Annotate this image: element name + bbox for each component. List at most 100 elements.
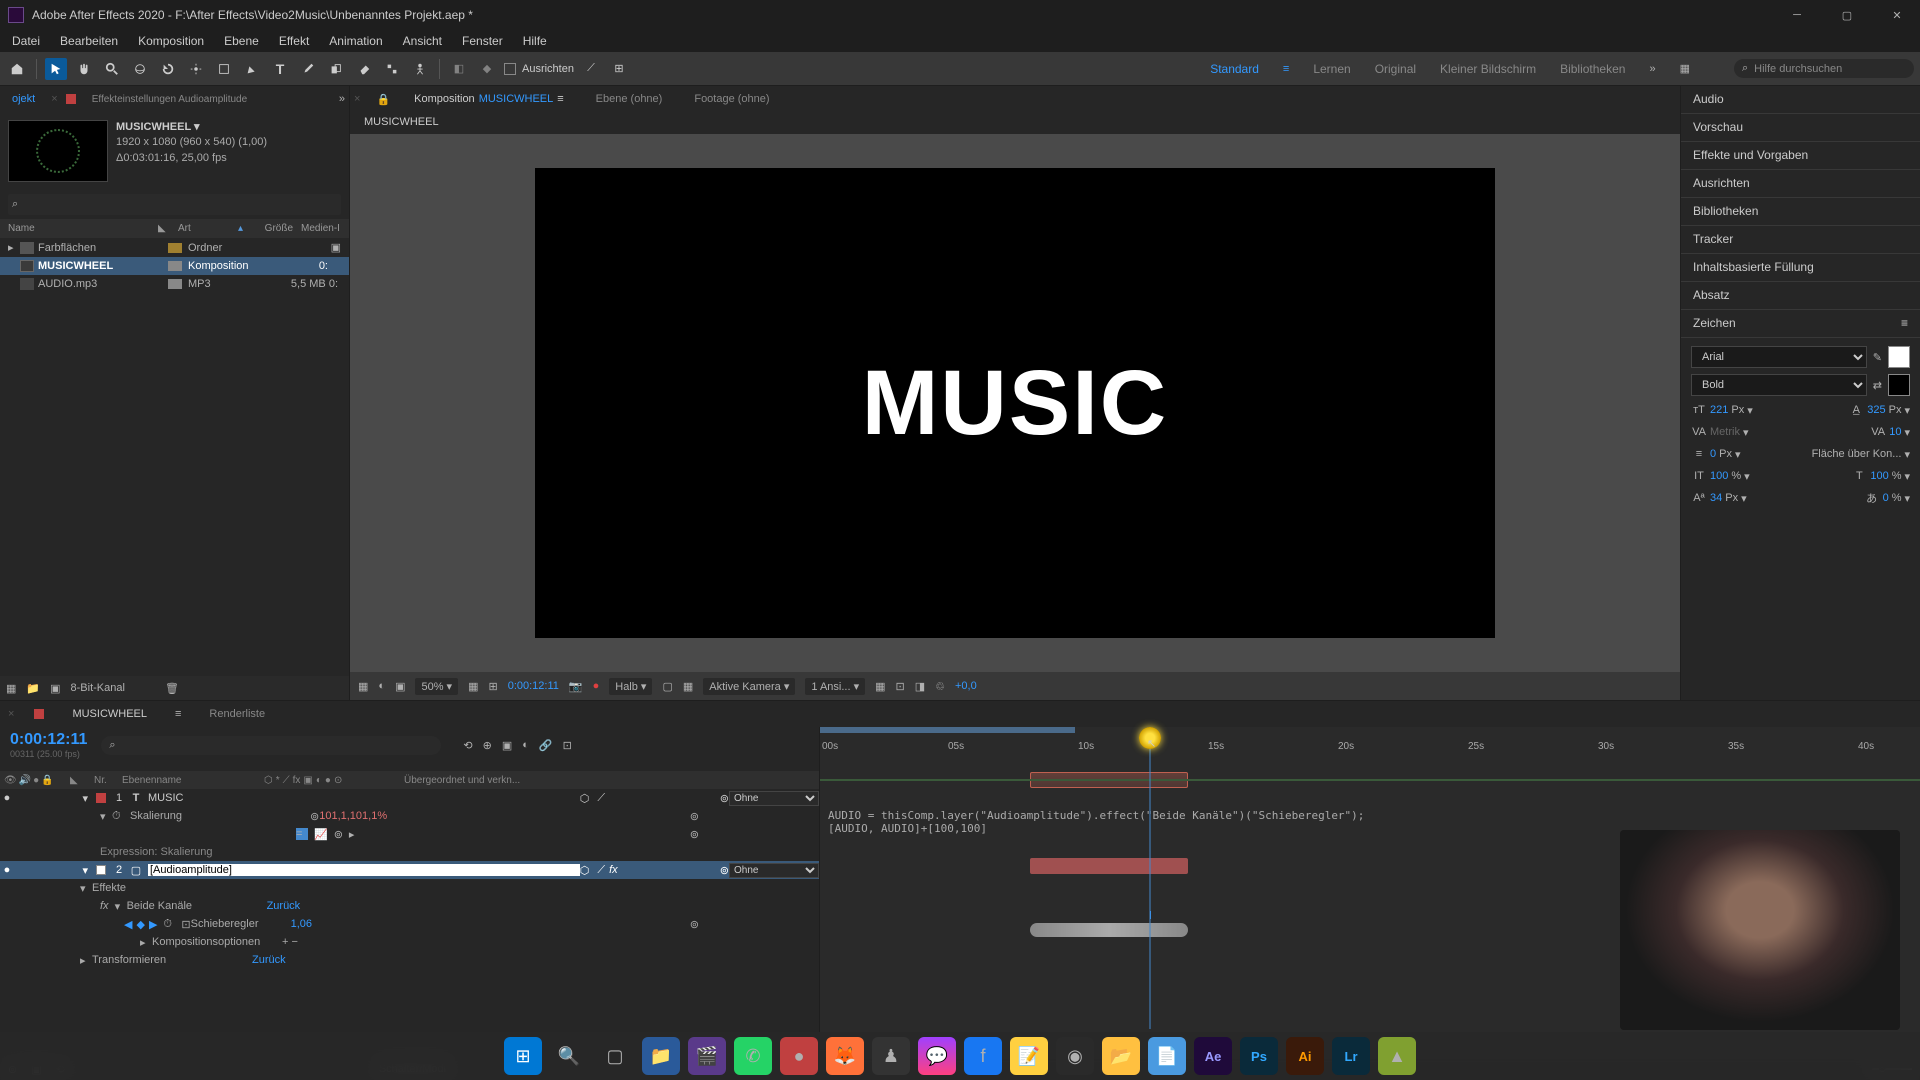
prop-skalierung[interactable]: ▾ ⏱ Skalierung ⊚ 101,1,101,1% ⊚ bbox=[0, 807, 819, 825]
view-opt-1[interactable]: ▦ bbox=[875, 680, 885, 693]
viewer-timecode[interactable]: 0:00:12:11 bbox=[508, 680, 559, 692]
anchor-tool[interactable] bbox=[185, 58, 207, 80]
panel-bibliotheken[interactable]: Bibliotheken bbox=[1681, 198, 1920, 226]
prop-value[interactable]: 101,1,101,1% bbox=[319, 810, 387, 822]
expr-pickwhip2[interactable]: ⊚ bbox=[690, 828, 699, 841]
stopwatch-icon[interactable]: ⏱ bbox=[163, 918, 177, 931]
baseline-value[interactable]: 34 bbox=[1710, 492, 1722, 504]
notepad-icon[interactable]: 📄 bbox=[1148, 1037, 1186, 1075]
comp-breadcrumb[interactable]: MUSICWHEEL bbox=[350, 112, 1680, 134]
orbit-tool[interactable] bbox=[129, 58, 151, 80]
panel-overflow[interactable]: » bbox=[339, 93, 345, 105]
switch-8[interactable]: ⊙ bbox=[334, 775, 342, 786]
comp-tab-menu-icon[interactable]: ≡ bbox=[557, 93, 563, 105]
explorer-icon[interactable]: 📁 bbox=[642, 1037, 680, 1075]
prop-komp-options[interactable]: ▸ Kompositionsoptionen + − bbox=[0, 933, 819, 951]
illustrator-icon[interactable]: Ai bbox=[1286, 1037, 1324, 1075]
footage-tab[interactable]: Footage (ohne) bbox=[686, 89, 777, 109]
shape-tool[interactable] bbox=[213, 58, 235, 80]
zoom-select[interactable]: 50% ▾ bbox=[415, 678, 458, 695]
add-key[interactable]: ◆ bbox=[136, 918, 144, 931]
eye-toggle[interactable]: ● bbox=[0, 792, 14, 804]
workspace-kleiner[interactable]: Kleiner Bildschirm bbox=[1440, 62, 1536, 76]
selection-tool[interactable] bbox=[45, 58, 67, 80]
timeline-comp-tab[interactable]: MUSICWHEEL bbox=[64, 704, 155, 724]
snap-option-2[interactable]: ⊞ bbox=[608, 58, 630, 80]
menu-ebene[interactable]: Ebene bbox=[216, 32, 267, 50]
roi-icon[interactable]: ▢ bbox=[662, 680, 672, 693]
layer-label[interactable] bbox=[96, 793, 106, 803]
facebook-icon[interactable]: f bbox=[964, 1037, 1002, 1075]
notes-icon[interactable]: 📝 bbox=[1010, 1037, 1048, 1075]
playhead[interactable]: ↖ bbox=[1139, 727, 1161, 749]
timeline-tab-close[interactable]: × bbox=[8, 708, 14, 720]
col-media[interactable]: Medien-I bbox=[301, 223, 341, 234]
label-header[interactable]: ◣ bbox=[70, 775, 94, 786]
col-name[interactable]: Name bbox=[8, 223, 158, 234]
help-search[interactable]: ⌕ Hilfe durchsuchen bbox=[1734, 59, 1914, 78]
project-search[interactable]: ⌕ bbox=[8, 194, 341, 215]
timeline-tab-menu[interactable]: ≡ bbox=[175, 708, 181, 720]
current-timecode[interactable]: 0:00:12:11 bbox=[10, 731, 87, 749]
whatsapp-icon[interactable]: ✆ bbox=[734, 1037, 772, 1075]
snapshot-icon[interactable]: 📷 bbox=[569, 680, 583, 693]
parent-select[interactable]: Ohne bbox=[729, 791, 819, 806]
tracking-value[interactable]: 10 bbox=[1889, 426, 1901, 438]
panel-audio[interactable]: Audio bbox=[1681, 86, 1920, 114]
channel-icon[interactable]: ● bbox=[593, 680, 600, 692]
tsume-value[interactable]: 0 bbox=[1883, 492, 1889, 504]
expression-code[interactable]: AUDIO = thisComp.layer("Audioamplitude")… bbox=[828, 809, 1364, 835]
vscale-value[interactable]: 100 bbox=[1710, 470, 1728, 482]
hscale-value[interactable]: 100 bbox=[1870, 470, 1888, 482]
hand-tool[interactable] bbox=[73, 58, 95, 80]
maximize-button[interactable]: ▢ bbox=[1832, 5, 1862, 25]
layer-name[interactable]: MUSIC bbox=[148, 792, 580, 804]
switch-4[interactable]: fx bbox=[293, 775, 301, 786]
prop-expand[interactable]: ▸ bbox=[80, 954, 92, 967]
messenger-icon[interactable]: 💬 bbox=[918, 1037, 956, 1075]
panel-tracker[interactable]: Tracker bbox=[1681, 226, 1920, 254]
workspace-original[interactable]: Original bbox=[1375, 62, 1416, 76]
expand-icon[interactable]: ▸ bbox=[8, 241, 20, 254]
fill-color-swatch[interactable] bbox=[1888, 346, 1910, 368]
parent-link-icon[interactable]: ⊚ bbox=[720, 792, 729, 805]
snap-option-1[interactable]: ⟋ bbox=[580, 58, 602, 80]
start-button[interactable]: ⊞ bbox=[504, 1037, 542, 1075]
view-opt-4[interactable]: ♲ bbox=[935, 680, 945, 693]
parent-select[interactable]: Ohne bbox=[729, 863, 819, 878]
prop-beide-kanaele[interactable]: fx ▾ Beide Kanäle Zurück bbox=[0, 897, 819, 915]
project-item-audio[interactable]: AUDIO.mp3 MP3 5,5 MB 0: bbox=[0, 275, 349, 293]
speaker-header-icon[interactable]: 🔊 bbox=[19, 775, 31, 786]
prop-expand[interactable]: ▾ bbox=[100, 810, 112, 823]
layer2-bar[interactable] bbox=[1030, 858, 1188, 874]
tool-option-1[interactable]: ◧ bbox=[448, 58, 470, 80]
panel-zeichen-header[interactable]: Zeichen≡ bbox=[1681, 310, 1920, 338]
depth-label[interactable]: 8-Bit-Kanal bbox=[71, 682, 125, 694]
snap-checkbox[interactable] bbox=[504, 63, 516, 75]
workspace-lernen[interactable]: Lernen bbox=[1313, 62, 1350, 76]
font-size-value[interactable]: 221 bbox=[1710, 404, 1728, 416]
workspace-standard[interactable]: Standard bbox=[1210, 62, 1259, 76]
menu-datei[interactable]: Datei bbox=[4, 32, 48, 50]
app-icon-8[interactable]: ♟ bbox=[872, 1037, 910, 1075]
workspace-bibliotheken[interactable]: Bibliotheken bbox=[1560, 62, 1625, 76]
prop-pickwhip[interactable]: ⊚ bbox=[690, 918, 699, 931]
eraser-tool[interactable] bbox=[353, 58, 375, 80]
view-opt-2[interactable]: ⊡ bbox=[896, 680, 905, 693]
firefox-icon[interactable]: 🦊 bbox=[826, 1037, 864, 1075]
interp-icon[interactable]: ▦ bbox=[6, 682, 16, 695]
render-queue-tab[interactable]: Renderliste bbox=[201, 704, 273, 724]
menu-animation[interactable]: Animation bbox=[321, 32, 390, 50]
stroke-mode-select[interactable]: Fläche über Kon... bbox=[1812, 448, 1902, 460]
guides-icon[interactable]: ⊞ bbox=[488, 680, 497, 693]
solo-header-icon[interactable]: ● bbox=[33, 775, 39, 786]
mask-icon[interactable]: ▣ bbox=[395, 680, 405, 693]
expr-pickwhip-icon[interactable]: ⊚ bbox=[334, 828, 343, 841]
eye-toggle[interactable]: ● bbox=[0, 864, 14, 876]
tool-option-2[interactable]: ◆ bbox=[476, 58, 498, 80]
workspace-overflow[interactable]: » bbox=[1649, 63, 1655, 75]
layer-expand[interactable]: ▾ bbox=[68, 864, 92, 877]
task-view[interactable]: ▢ bbox=[596, 1037, 634, 1075]
mag-icon[interactable]: ▦ bbox=[358, 680, 368, 693]
font-weight-select[interactable]: Bold bbox=[1691, 374, 1867, 396]
